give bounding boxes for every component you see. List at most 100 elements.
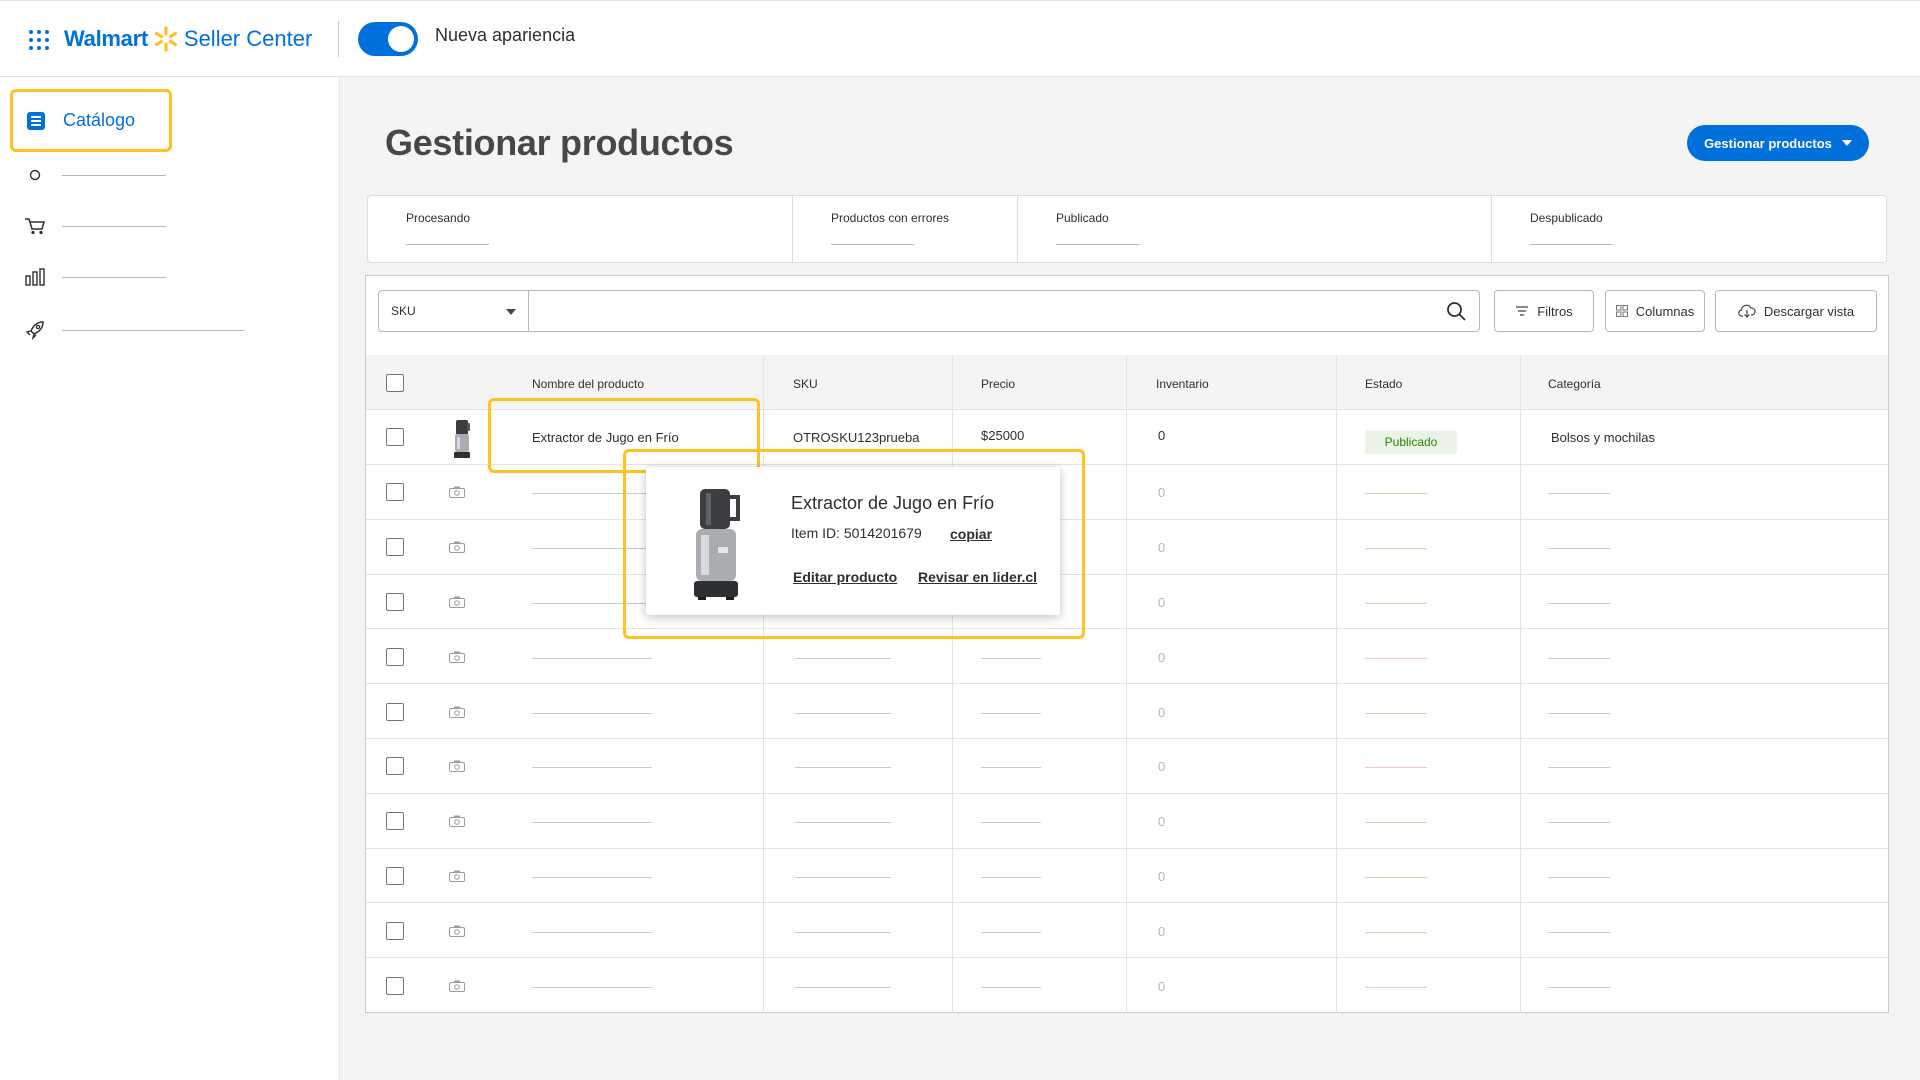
image-placeholder-icon xyxy=(449,980,465,992)
products-table: SKU Filtros Columnas Descargar vista Nom… xyxy=(365,275,1889,1013)
image-placeholder-icon xyxy=(449,706,465,718)
table-row[interactable]: 0 xyxy=(366,849,1888,904)
sidebar-item-analytics[interactable] xyxy=(22,264,166,290)
row-checkbox[interactable] xyxy=(386,592,404,611)
columns-label: Columnas xyxy=(1635,303,1695,319)
column-header-category[interactable]: Categoría xyxy=(1548,377,1601,391)
category-placeholder xyxy=(1548,712,1610,714)
walmart-seller-center-logo[interactable]: Walmart Seller Center xyxy=(64,23,312,55)
table-row[interactable]: 0 xyxy=(366,903,1888,959)
column-header-status[interactable]: Estado xyxy=(1365,377,1402,391)
category-placeholder xyxy=(1548,493,1610,495)
filter-icon xyxy=(1516,306,1529,316)
stat-unpublished[interactable]: Despublicado xyxy=(1492,196,1886,262)
stat-errors[interactable]: Productos con errores xyxy=(793,196,1018,262)
sidebar-item-growth[interactable] xyxy=(22,317,244,343)
new-look-toggle[interactable] xyxy=(358,22,418,56)
status-placeholder xyxy=(1365,602,1427,604)
columns-icon xyxy=(1615,305,1628,317)
table-row[interactable]: 0 xyxy=(366,629,1888,685)
image-placeholder-icon xyxy=(449,815,465,828)
sidebar-item-placeholder xyxy=(62,276,166,278)
price-placeholder xyxy=(981,712,1041,714)
image-placeholder-icon xyxy=(449,925,465,937)
stat-processing[interactable]: Procesando xyxy=(368,196,793,262)
category-placeholder xyxy=(1548,767,1610,769)
row-checkbox[interactable] xyxy=(386,921,404,940)
name-placeholder xyxy=(532,986,652,988)
table-row[interactable]: 0 xyxy=(366,520,1888,575)
table-row[interactable]: 0 xyxy=(366,739,1888,794)
app-grid-icon[interactable] xyxy=(29,30,49,50)
download-view-label: Descargar vista xyxy=(1763,303,1855,319)
table-row[interactable]: 0 xyxy=(366,958,1888,1013)
category-placeholder xyxy=(1548,657,1610,659)
product-name: Seller Center xyxy=(183,26,313,51)
table-row[interactable]: 0 xyxy=(366,684,1888,739)
stat-label: Despublicado xyxy=(1530,211,1603,225)
inventory-placeholder: 0 xyxy=(1158,594,1166,610)
toggle-knob xyxy=(388,26,414,52)
product-price: $25000 xyxy=(981,428,1025,443)
status-placeholder xyxy=(1365,986,1427,988)
chevron-down-icon xyxy=(506,309,516,315)
row-checkbox[interactable] xyxy=(386,866,404,885)
price-placeholder xyxy=(981,822,1041,824)
inventory-placeholder: 0 xyxy=(1158,759,1166,775)
image-placeholder-icon xyxy=(449,651,465,663)
column-header-price[interactable]: Precio xyxy=(981,377,1015,391)
row-checkbox[interactable] xyxy=(386,428,404,446)
stat-value-placeholder xyxy=(1056,244,1139,245)
columns-button[interactable]: Columnas xyxy=(1605,290,1705,332)
row-checkbox[interactable] xyxy=(386,647,404,666)
table-row[interactable]: 0 xyxy=(366,465,1888,520)
price-placeholder xyxy=(981,657,1041,659)
row-checkbox[interactable] xyxy=(386,757,404,776)
manage-products-button[interactable]: Gestionar productos xyxy=(1687,125,1869,161)
sidebar-item-cart[interactable] xyxy=(22,213,166,239)
row-checkbox[interactable] xyxy=(386,538,404,557)
inventory-placeholder: 0 xyxy=(1158,923,1166,939)
status-placeholder xyxy=(1365,822,1427,824)
status-placeholder xyxy=(1365,712,1427,714)
stat-value-placeholder xyxy=(1530,244,1613,245)
search-field-select[interactable]: SKU xyxy=(378,290,529,332)
inventory-placeholder: 0 xyxy=(1158,704,1166,720)
status-placeholder xyxy=(1365,657,1427,659)
sidebar-item-catalog[interactable]: Catálogo xyxy=(10,89,172,152)
rocket-icon xyxy=(22,317,48,343)
category-placeholder xyxy=(1548,931,1610,933)
name-placeholder xyxy=(532,822,652,824)
status-placeholder xyxy=(1365,876,1427,878)
sidebar-item-placeholder xyxy=(62,329,244,331)
search-icon[interactable] xyxy=(1446,301,1466,321)
sidebar-item-placeholder xyxy=(62,225,166,227)
search-input[interactable] xyxy=(528,290,1480,332)
search-field-value: SKU xyxy=(391,304,416,318)
row-checkbox[interactable] xyxy=(386,976,404,995)
download-view-button[interactable]: Descargar vista xyxy=(1715,290,1877,332)
product-thumbnail[interactable] xyxy=(452,419,472,459)
category-placeholder xyxy=(1548,822,1610,824)
row-checkbox[interactable] xyxy=(386,812,404,831)
price-placeholder xyxy=(981,986,1041,988)
table-row[interactable]: 0 xyxy=(366,575,1888,630)
circle-icon xyxy=(22,162,48,188)
column-header-name[interactable]: Nombre del producto xyxy=(532,377,644,391)
select-all-checkbox[interactable] xyxy=(386,374,404,392)
inventory-placeholder: 0 xyxy=(1158,978,1166,994)
row-checkbox[interactable] xyxy=(386,483,404,502)
new-look-label: Nueva apariencia xyxy=(435,25,576,45)
sidebar-item-orders[interactable] xyxy=(22,162,166,188)
stat-published[interactable]: Publicado xyxy=(1018,196,1492,262)
status-badge: Publicado xyxy=(1365,430,1457,454)
name-placeholder xyxy=(532,712,652,714)
table-row[interactable]: 0 xyxy=(366,794,1888,849)
category-placeholder xyxy=(1548,602,1610,604)
filters-label: Filtros xyxy=(1537,303,1573,319)
column-header-inventory[interactable]: Inventario xyxy=(1156,377,1209,391)
row-checkbox[interactable] xyxy=(386,702,404,721)
column-header-sku[interactable]: SKU xyxy=(793,377,818,391)
status-placeholder xyxy=(1365,931,1427,933)
filters-button[interactable]: Filtros xyxy=(1494,290,1594,332)
